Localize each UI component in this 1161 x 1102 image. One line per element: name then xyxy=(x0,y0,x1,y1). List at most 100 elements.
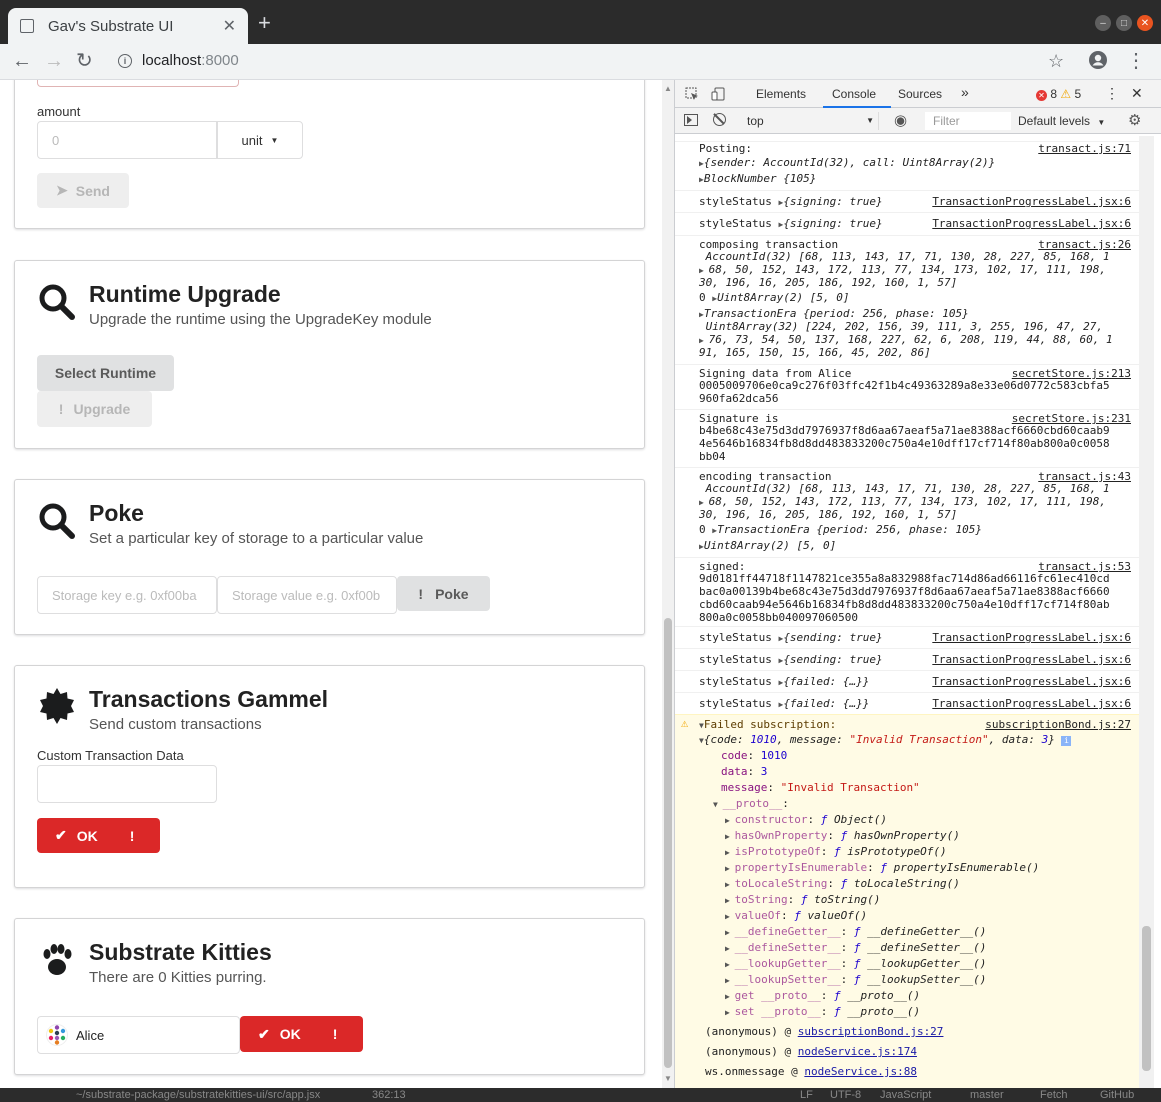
browser-tab[interactable]: Gav's Substrate UI ✕ xyxy=(8,8,248,44)
context-selector[interactable]: top ▼ xyxy=(741,112,879,130)
console-object[interactable]: 0 ▶Uint8Array(2) [5, 0] xyxy=(675,291,1139,305)
console-object[interactable]: AccountId(32) [68, 113, 143, 17, 71, 130… xyxy=(675,482,1139,495)
close-window-icon[interactable]: ✕ xyxy=(1137,15,1153,31)
back-icon[interactable]: ← xyxy=(12,50,32,72)
recipient-input-edge[interactable] xyxy=(37,80,239,87)
console-text: b4be68c43e75d3dd7976937f8d6aa67aeaf5a71a… xyxy=(699,424,1110,437)
stack-frame: ws.onmessage @ nodeService.js:88 xyxy=(705,1065,917,1078)
select-runtime-button[interactable]: Select Runtime xyxy=(37,355,174,391)
line-ending[interactable]: LF xyxy=(800,1088,813,1102)
console-scrollbar-thumb[interactable] xyxy=(1142,926,1151,1071)
upgrade-label: Upgrade xyxy=(73,401,131,417)
console-object[interactable]: ▶{sender: AccountId(32), call: Uint8Arra… xyxy=(675,156,1139,170)
proto-property[interactable]: ▶ hasOwnProperty: ƒ hasOwnProperty() xyxy=(725,829,960,843)
file-encoding[interactable]: UTF-8 xyxy=(830,1088,861,1102)
error-icon: ✕ xyxy=(1036,90,1047,101)
source-link[interactable]: subscriptionBond.js:27 xyxy=(985,718,1131,731)
proto-property[interactable]: ▶ valueOf: ƒ valueOf() xyxy=(725,909,867,923)
git-fetch[interactable]: Fetch xyxy=(1040,1088,1068,1102)
console-object[interactable]: ▶BlockNumber {105} xyxy=(675,172,1139,186)
proto-property[interactable]: ▶ __defineSetter__: ƒ __defineSetter__() xyxy=(725,941,986,955)
poke-button[interactable]: ! Poke xyxy=(397,576,490,611)
live-expression-eye-icon[interactable]: ◉ xyxy=(894,111,907,129)
error-count-badge[interactable]: ✕ 8 ⚠ 5 xyxy=(1036,87,1081,101)
source-link[interactable]: TransactionProgressLabel.jsx:6 xyxy=(932,195,1131,208)
source-link[interactable]: TransactionProgressLabel.jsx:6 xyxy=(932,631,1131,644)
reload-icon[interactable]: ↻ xyxy=(76,50,93,72)
proto-property[interactable]: ▶ propertyIsEnumerable: ƒ propertyIsEnum… xyxy=(725,861,1039,875)
maximize-icon[interactable]: □ xyxy=(1116,15,1132,31)
info-icon[interactable]: i xyxy=(1061,736,1072,746)
file-path[interactable]: ~/substrate-package/substratekitties-ui/… xyxy=(76,1088,320,1102)
source-link[interactable]: TransactionProgressLabel.jsx:6 xyxy=(932,675,1131,688)
cursor-position[interactable]: 362:13 xyxy=(372,1088,406,1102)
console-object[interactable]: ▶ 68, 50, 152, 143, 172, 113, 77, 134, 1… xyxy=(675,495,1139,509)
new-tab-button[interactable]: + xyxy=(258,12,271,34)
proto-property[interactable]: ▶ get __proto__: ƒ __proto__() xyxy=(725,989,920,1003)
source-link[interactable]: transact.js:71 xyxy=(1038,142,1131,155)
proto-property[interactable]: ▶ __lookupSetter__: ƒ __lookupSetter__() xyxy=(725,973,986,987)
console-object[interactable]: ▶Uint8Array(2) [5, 0] xyxy=(675,539,1139,553)
console-object[interactable]: ▶ 68, 50, 152, 143, 172, 113, 77, 134, 1… xyxy=(675,263,1139,277)
tab-sources[interactable]: Sources xyxy=(898,87,942,101)
account-selector[interactable]: Alice xyxy=(37,1016,240,1054)
storage-value-input[interactable]: Storage value e.g. 0xf00b xyxy=(217,576,397,614)
tab-console[interactable]: Console xyxy=(832,87,876,101)
stack-source-link[interactable]: nodeService.js:88 xyxy=(804,1065,917,1078)
custom-data-input[interactable] xyxy=(37,765,217,803)
console-object[interactable]: AccountId(32) [68, 113, 143, 17, 71, 130… xyxy=(675,250,1139,263)
sidebar-toggle-icon[interactable] xyxy=(684,114,698,126)
console-object[interactable]: 0 ▶TransactionEra {period: 256, phase: 1… xyxy=(675,523,1139,537)
stack-source-link[interactable]: subscriptionBond.js:27 xyxy=(798,1025,944,1038)
more-tabs-icon[interactable]: » xyxy=(961,84,969,100)
github-panel[interactable]: GitHub xyxy=(1100,1088,1134,1102)
console-settings-gear-icon[interactable]: ⚙ xyxy=(1128,111,1141,129)
menu-dots-icon[interactable]: ⋮ xyxy=(1126,50,1146,72)
inspect-element-icon[interactable] xyxy=(685,87,699,104)
unit-dropdown[interactable]: unit ▼ xyxy=(217,121,303,159)
ok-button[interactable]: ✔ OK ! xyxy=(37,818,160,853)
property-proto[interactable]: ▼ __proto__: xyxy=(713,797,789,811)
source-link[interactable]: TransactionProgressLabel.jsx:6 xyxy=(932,653,1131,666)
console-object[interactable]: ▶TransactionEra {period: 256, phase: 105… xyxy=(675,307,1139,321)
proto-property[interactable]: ▶ constructor: ƒ Object() xyxy=(725,813,887,827)
console-filter-input[interactable]: Filter xyxy=(925,112,1011,130)
info-icon[interactable]: i xyxy=(118,53,132,68)
source-link[interactable]: TransactionProgressLabel.jsx:6 xyxy=(932,697,1131,710)
device-toolbar-icon[interactable] xyxy=(711,87,725,104)
devtools-menu-icon[interactable]: ⋮ xyxy=(1105,85,1119,102)
send-button[interactable]: ➤ Send xyxy=(37,173,129,208)
console-scrollbar[interactable] xyxy=(1139,136,1154,1088)
account-icon[interactable] xyxy=(1088,50,1108,75)
proto-property[interactable]: ▶ isPrototypeOf: ƒ isPrototypeOf() xyxy=(725,845,947,859)
send-icon: ➤ xyxy=(56,182,68,198)
proto-property[interactable]: ▶ __lookupGetter__: ƒ __lookupGetter__() xyxy=(725,957,986,971)
clear-console-icon[interactable] xyxy=(713,113,726,126)
close-tab-icon[interactable]: ✕ xyxy=(223,16,236,36)
minimize-icon[interactable]: – xyxy=(1095,15,1111,31)
tab-elements[interactable]: Elements xyxy=(756,87,806,101)
source-link[interactable]: TransactionProgressLabel.jsx:6 xyxy=(932,217,1131,230)
console-object[interactable]: ▶ 76, 73, 54, 50, 137, 168, 227, 62, 6, … xyxy=(675,333,1139,347)
forward-icon[interactable]: → xyxy=(44,50,64,72)
kitty-ok-button[interactable]: ✔ OK ! xyxy=(240,1016,363,1052)
amount-input[interactable]: 0 xyxy=(37,121,217,159)
storage-key-input[interactable]: Storage key e.g. 0xf00ba xyxy=(37,576,217,614)
log-levels-dropdown[interactable]: Default levels ▼ xyxy=(1018,114,1105,128)
failed-subscription-text[interactable]: ▼Failed subscription: xyxy=(699,718,836,732)
proto-property[interactable]: ▶ __defineGetter__: ƒ __defineGetter__() xyxy=(725,925,986,939)
stack-source-link[interactable]: nodeService.js:174 xyxy=(798,1045,917,1058)
proto-property[interactable]: ▶ set __proto__: ƒ __proto__() xyxy=(725,1005,920,1019)
git-branch[interactable]: master xyxy=(970,1088,1004,1102)
page-scrollbar[interactable]: ▲ ▼ xyxy=(662,80,674,1088)
proto-property[interactable]: ▶ toLocaleString: ƒ toLocaleString() xyxy=(725,877,960,891)
bookmark-star-icon[interactable]: ☆ xyxy=(1048,50,1064,72)
address-bar[interactable]: i localhost:8000 xyxy=(118,52,239,69)
close-devtools-icon[interactable]: ✕ xyxy=(1131,85,1143,102)
upgrade-button[interactable]: ! Upgrade xyxy=(37,391,152,427)
page-scrollbar-thumb[interactable] xyxy=(664,618,672,1068)
language-mode[interactable]: JavaScript xyxy=(880,1088,931,1102)
error-object[interactable]: ▼{code: 1010, message: "Invalid Transact… xyxy=(699,733,1072,747)
console-object[interactable]: Uint8Array(32) [224, 202, 156, 39, 111, … xyxy=(675,320,1139,333)
proto-property[interactable]: ▶ toString: ƒ toString() xyxy=(725,893,880,907)
